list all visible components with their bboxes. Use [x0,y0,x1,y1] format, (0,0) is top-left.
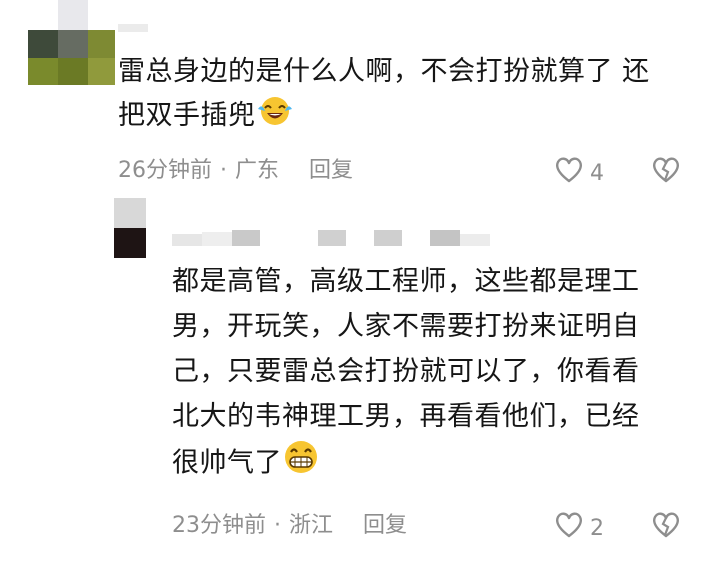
comment-meta: 26分钟前 · 广东 回复 [118,156,353,186]
dislike-button[interactable] [651,511,681,543]
broken-heart-icon [651,157,681,188]
location: 广东 [235,158,280,183]
like-button[interactable]: 4 [554,156,604,190]
reply-line: 己，只要雷总会打扮就可以了，你看看 [172,356,640,387]
reply-line: 很帅气了 [172,439,640,489]
broken-heart-icon [651,512,681,543]
reply-line: 都是高管，高级工程师，这些都是理工 [172,266,640,297]
reply-button[interactable]: 回复 [363,511,407,541]
avatar[interactable] [0,0,148,85]
reply-meta: 23分钟前 · 浙江 回复 [172,511,407,541]
reply-line: 北大的韦神理工男，再看看他们，已经 [172,401,640,432]
reply-avatar[interactable] [114,198,146,258]
reply-line: 男，开玩笑，人家不需要打扮来证明自 [172,311,640,342]
separator-dot: · [274,513,281,538]
timestamp: 26分钟前 [118,158,212,183]
comment-line: 雷总身边的是什么人啊，不会打扮就算了 还 [118,56,650,87]
laughing-crying-emoji [256,93,294,140]
reply-username[interactable] [172,228,492,248]
reply-text: 都是高管，高级工程师，这些都是理工 男，开玩笑，人家不需要打扮来证明自 己，只要… [172,259,640,489]
heart-outline-icon [554,156,584,190]
comment-line-text: 把双手插兜 [118,100,256,131]
like-count: 2 [590,515,604,541]
reply-button[interactable]: 回复 [309,156,353,186]
heart-outline-icon [554,511,584,545]
comment-line: 把双手插兜 [118,93,650,140]
comment-text: 雷总身边的是什么人啊，不会打扮就算了 还 把双手插兜 [118,51,650,140]
reply-line-text: 很帅气了 [172,447,282,479]
like-button[interactable]: 2 [554,511,604,545]
timestamp: 23分钟前 [172,513,266,538]
dislike-button[interactable] [651,156,681,188]
separator-dot: · [220,158,227,183]
like-count: 4 [590,160,604,186]
location: 浙江 [289,513,334,538]
grinning-emoji [282,439,320,489]
